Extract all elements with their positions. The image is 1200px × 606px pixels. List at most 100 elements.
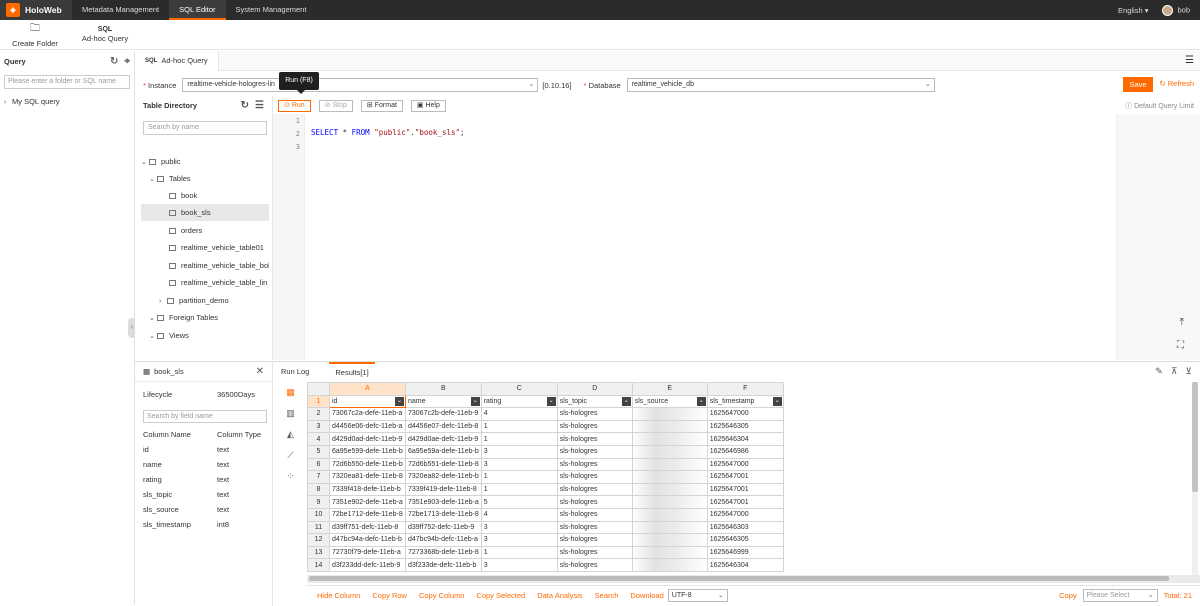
- table-cell[interactable]: sls-hologres: [556, 457, 633, 472]
- tree-node-table-bob[interactable]: realtime_vehicle_table_bob: [169, 257, 269, 274]
- table-cell[interactable]: d429d0ae-defc-11eb-9: [405, 432, 482, 446]
- table-cell[interactable]: 1625646999: [706, 545, 784, 560]
- pin-icon[interactable]: ✎: [1155, 366, 1163, 377]
- table-cell[interactable]: d39ff752-defc-11eb-9: [405, 520, 482, 535]
- field-search-input[interactable]: Search by field name: [143, 410, 267, 423]
- table-cell[interactable]: d4456e07-defc-11eb-8: [405, 419, 482, 434]
- table-cell[interactable]: 1625646304: [706, 558, 784, 572]
- table-cell[interactable]: 1625646304: [706, 432, 784, 446]
- table-cell[interactable]: sls-hologres: [556, 432, 633, 446]
- table-cell[interactable]: 3: [480, 444, 558, 459]
- table-cell[interactable]: 1625647001: [706, 495, 784, 509]
- row-number[interactable]: 6: [307, 457, 330, 472]
- table-search-input[interactable]: Search by name: [143, 121, 267, 135]
- language-selector[interactable]: English ▾: [1118, 6, 1148, 15]
- close-icon[interactable]: ✕: [256, 366, 264, 377]
- nav-system-management[interactable]: System Management: [226, 0, 317, 20]
- filter-dropdown-icon[interactable]: ⌄: [772, 396, 782, 406]
- table-cell[interactable]: [631, 444, 708, 459]
- line-chart-icon[interactable]: ⟋: [273, 445, 308, 466]
- tree-node-partition-demo[interactable]: › partition_demo: [159, 292, 229, 309]
- instance-select[interactable]: realtime-vehicle-hologres-lin ⌄: [182, 78, 539, 92]
- filter-dropdown-icon[interactable]: ⌄: [621, 396, 631, 406]
- table-cell[interactable]: 3: [480, 533, 558, 547]
- field-header-cell[interactable]: id ⌄: [329, 394, 406, 409]
- row-number[interactable]: 2: [307, 407, 330, 421]
- row-number[interactable]: 14: [307, 558, 330, 572]
- table-cell[interactable]: 73067c2b-defe-11eb-9: [405, 407, 482, 421]
- tree-node-public[interactable]: ⌄ public: [141, 153, 181, 170]
- table-cell[interactable]: 6a95e599-defe-11eb-b: [329, 444, 406, 459]
- table-cell[interactable]: sls-hologres: [556, 470, 633, 484]
- table-cell[interactable]: [631, 482, 708, 497]
- table-cell[interactable]: 6a95e59a-defe-11eb-b: [405, 444, 482, 459]
- table-cell[interactable]: [631, 457, 708, 472]
- download-button[interactable]: Download: [630, 591, 663, 600]
- table-cell[interactable]: 3: [480, 457, 558, 472]
- results-vertical-scrollbar[interactable]: [1192, 382, 1198, 577]
- tab-adhoc-query[interactable]: SQL Ad-hoc Query: [135, 50, 219, 71]
- bar-chart-icon[interactable]: ▥: [273, 403, 308, 424]
- create-folder-button[interactable]: 🗀 Create Folder: [0, 20, 70, 49]
- row-number[interactable]: 12: [307, 533, 330, 547]
- table-cell[interactable]: sls-hologres: [556, 495, 633, 509]
- column-letter[interactable]: C: [480, 382, 558, 396]
- tree-node-book[interactable]: book: [169, 187, 197, 204]
- table-cell[interactable]: sls-hologres: [556, 407, 633, 421]
- table-cell[interactable]: sls-hologres: [556, 558, 633, 572]
- table-cell[interactable]: [631, 507, 708, 522]
- filter-dropdown-icon[interactable]: ⌄: [696, 396, 706, 406]
- fullscreen-icon[interactable]: ⛶: [1177, 340, 1184, 351]
- maximize-icon[interactable]: ⊼: [1171, 366, 1178, 377]
- table-cell[interactable]: [631, 558, 708, 572]
- menu-icon[interactable]: ☰: [1185, 55, 1194, 66]
- database-select[interactable]: realtime_vehicle_db ⌄: [626, 78, 935, 92]
- tree-node-table-lin[interactable]: realtime_vehicle_table_lin: [169, 274, 269, 291]
- table-cell[interactable]: d47bc94a-defc-11eb-b: [329, 533, 406, 547]
- table-cell[interactable]: 4: [480, 507, 558, 522]
- table-cell[interactable]: 4: [480, 407, 558, 421]
- format-button[interactable]: ⊞ Format: [360, 99, 403, 112]
- copy-row-button[interactable]: Copy Row: [372, 591, 407, 600]
- row-number[interactable]: 5: [307, 444, 330, 459]
- table-cell[interactable]: [631, 545, 708, 560]
- table-cell[interactable]: 1625646986: [706, 444, 784, 459]
- table-cell[interactable]: 72be1712-defe-11eb-8: [329, 507, 406, 522]
- table-cell[interactable]: 72be1713-defe-11eb-8: [405, 507, 482, 522]
- my-sql-query-folder[interactable]: › My SQL query: [0, 97, 134, 106]
- column-letter[interactable]: B: [405, 382, 482, 396]
- refresh-button[interactable]: ↻ Refresh: [1159, 79, 1194, 88]
- column-letter[interactable]: E: [631, 382, 708, 396]
- table-cell[interactable]: sls-hologres: [556, 507, 633, 522]
- table-cell[interactable]: d4456e06-defc-11eb-a: [329, 419, 406, 434]
- table-cell[interactable]: 7351e903-defe-11eb-a: [405, 495, 482, 509]
- hide-column-button[interactable]: Hide Column: [317, 591, 360, 600]
- copy-column-button[interactable]: Copy Column: [419, 591, 464, 600]
- table-cell[interactable]: 7320ea81-defe-11eb-8: [329, 470, 406, 484]
- table-cell[interactable]: [631, 533, 708, 547]
- table-cell[interactable]: sls-hologres: [556, 444, 633, 459]
- table-cell[interactable]: 72d6b550-defe-11eb-b: [329, 457, 406, 472]
- row-number[interactable]: 7: [307, 470, 330, 484]
- field-header-cell[interactable]: name ⌄: [405, 394, 482, 409]
- row-number[interactable]: 1: [307, 394, 330, 409]
- table-cell[interactable]: 1: [480, 419, 558, 434]
- scatter-chart-icon[interactable]: ⁘: [273, 466, 308, 487]
- refresh-icon[interactable]: ↻: [110, 56, 118, 67]
- query-search-input[interactable]: Please enter a folder or SQL name: [4, 75, 130, 89]
- nav-sql-editor[interactable]: SQL Editor: [169, 0, 226, 20]
- table-cell[interactable]: d39ff751-defc-11eb-8: [329, 520, 406, 535]
- row-number[interactable]: 9: [307, 495, 330, 509]
- field-header-cell[interactable]: sls_timestamp ⌄: [706, 394, 784, 409]
- tree-node-book-sls[interactable]: book_sls: [141, 204, 269, 221]
- field-header-cell[interactable]: sls_source ⌄: [631, 394, 708, 409]
- run-button[interactable]: ⊙ Run: [278, 99, 311, 112]
- table-cell[interactable]: d429d0ad-defc-11eb-9: [329, 432, 406, 446]
- table-cell[interactable]: 1625647000: [706, 507, 784, 522]
- tree-node-views[interactable]: ⌄ Views: [149, 327, 189, 344]
- results-horizontal-scrollbar[interactable]: [307, 575, 1200, 583]
- table-cell[interactable]: d3f233de-defc-11eb-b: [405, 558, 482, 572]
- table-cell[interactable]: sls-hologres: [556, 533, 633, 547]
- row-number[interactable]: 13: [307, 545, 330, 560]
- help-button[interactable]: ▣ Help: [410, 99, 446, 112]
